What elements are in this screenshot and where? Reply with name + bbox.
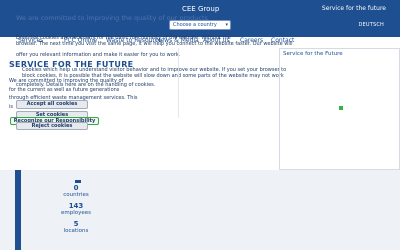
country-select[interactable]: Choose a country ▾ xyxy=(169,20,231,30)
stats-accent-bar xyxy=(15,170,21,250)
stat-countries-value: 0 xyxy=(73,184,79,192)
stat-locations-label: locations xyxy=(63,228,89,234)
cookie-text-line: offer you relevant information and make … xyxy=(16,52,181,58)
tagline-link[interactable]: Service for the future xyxy=(322,5,386,12)
stat-locations-value: 5 xyxy=(73,220,79,228)
stat-employees-value: 143 xyxy=(68,202,84,210)
column-divider xyxy=(178,48,179,118)
brand-name[interactable]: CEE Group xyxy=(182,5,219,13)
country-select-value: Choose a country xyxy=(173,22,217,28)
top-header: We are committed to improving the qualit… xyxy=(0,0,400,37)
chevron-down-icon: ▾ xyxy=(225,22,228,28)
cookie-text-line: is xyxy=(9,104,13,110)
stat-marker-icon xyxy=(75,180,81,183)
reject-cookies-button[interactable]: Reject cookies xyxy=(16,122,88,130)
status-indicator-icon xyxy=(339,106,343,110)
language-switch[interactable]: DEUTSCH xyxy=(358,22,384,28)
stat-countries-label: countries xyxy=(63,192,89,198)
cookie-text-line: for the current as well as future genera… xyxy=(9,87,120,93)
sidebar-title: Service for the Future xyxy=(283,51,343,57)
accept-all-cookies-button[interactable]: Accept all cookies xyxy=(16,100,88,109)
stat-employees-label: employees xyxy=(60,210,91,216)
cookie-text-line: browser. The next time you visit the sam… xyxy=(16,41,293,47)
